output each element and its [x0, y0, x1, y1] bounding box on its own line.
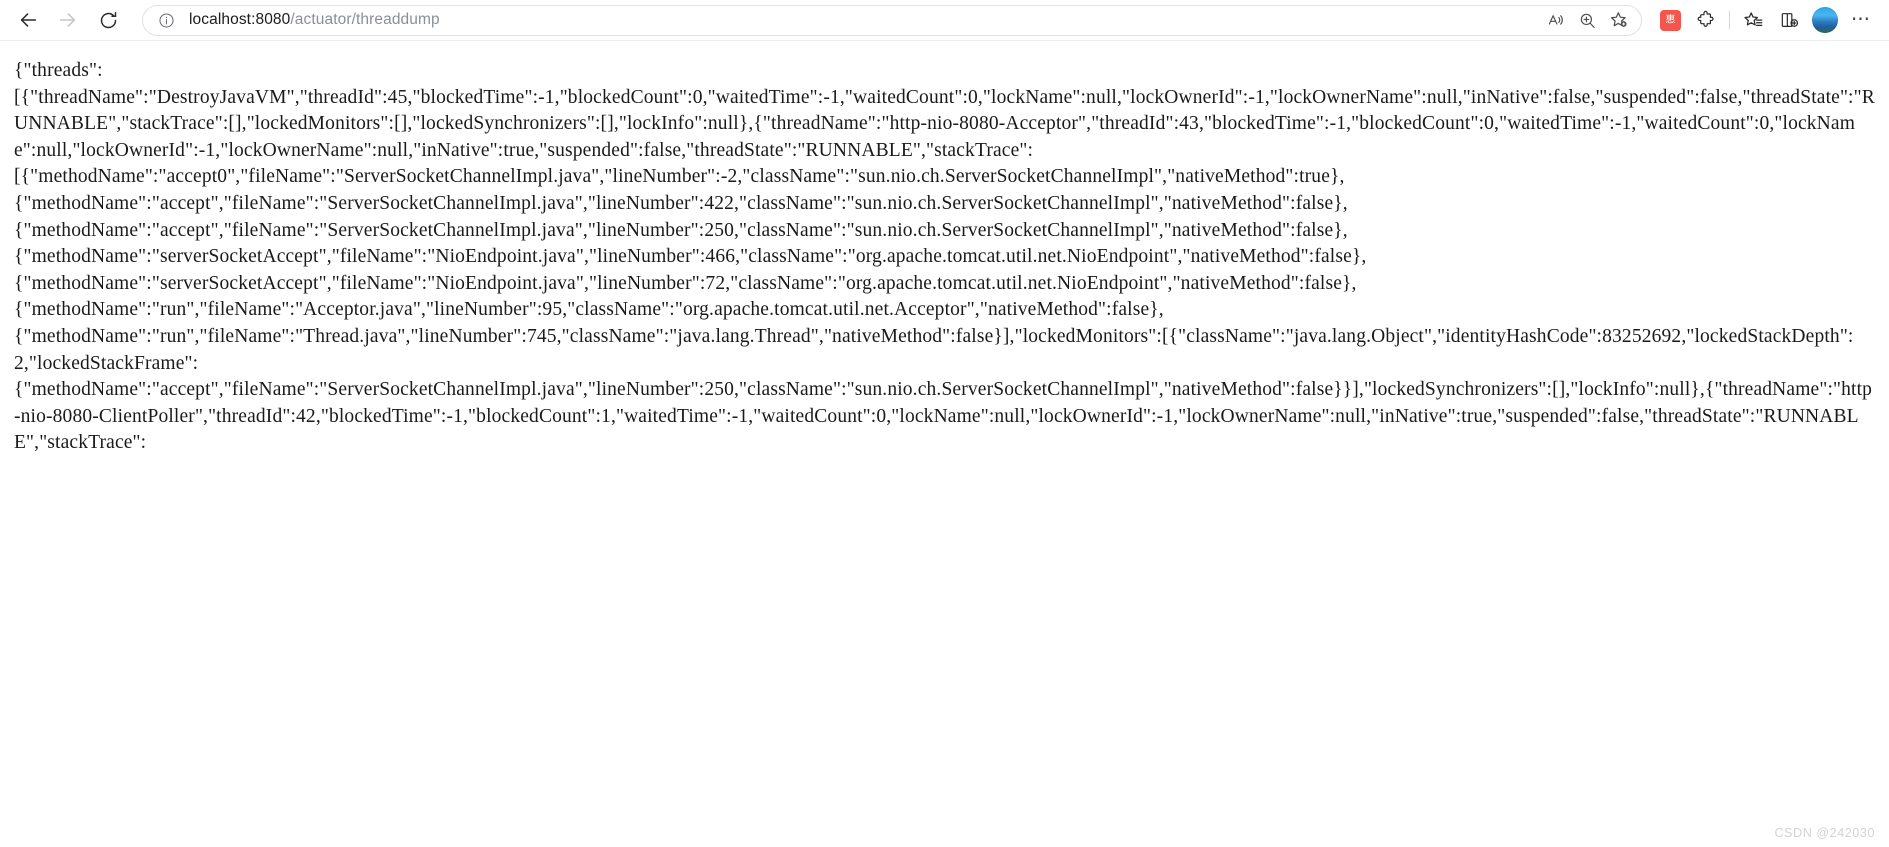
ellipsis-icon: ⋯: [1851, 9, 1871, 30]
refresh-icon: [100, 11, 116, 28]
watermark: CSDN @242030: [1774, 826, 1875, 840]
page-content: {"threads": [{"threadName":"DestroyJavaV…: [0, 41, 1889, 847]
favorites-button[interactable]: [1735, 4, 1771, 36]
address-bar[interactable]: localhost:8080/actuator/threaddump: [142, 4, 1642, 36]
extensions-button[interactable]: [1688, 4, 1724, 36]
forward-button[interactable]: [48, 3, 88, 37]
url-host: localhost:8080: [189, 11, 291, 28]
info-circle-icon: [158, 12, 174, 28]
add-favorite-button[interactable]: [1603, 6, 1635, 34]
extension-badge-icon: 惠: [1659, 9, 1681, 31]
extension-badge-button[interactable]: 惠: [1652, 4, 1688, 36]
split-screen-plus-icon: [1781, 13, 1799, 27]
profile-button[interactable]: [1807, 4, 1843, 36]
url-text[interactable]: localhost:8080/actuator/threaddump: [179, 11, 1539, 29]
navigation-buttons: [8, 3, 128, 37]
toolbar-right-actions: 惠 ⋯: [1652, 4, 1879, 36]
read-aloud-button[interactable]: [1539, 6, 1571, 34]
favorite-star-plus-icon: [1610, 12, 1627, 27]
refresh-button[interactable]: [88, 3, 128, 37]
back-arrow-icon: [20, 13, 37, 27]
browser-toolbar: localhost:8080/actuator/threaddump 惠 ⋯: [0, 0, 1889, 41]
forward-arrow-icon: [59, 13, 76, 27]
toolbar-divider: [1729, 11, 1730, 29]
zoom-magnifier-icon: [1580, 13, 1595, 28]
split-screen-button[interactable]: [1771, 4, 1807, 36]
extension-badge-label: 惠: [1665, 13, 1675, 26]
url-path: /actuator/threaddump: [290, 11, 440, 28]
site-info-icon[interactable]: [153, 7, 179, 33]
puzzle-piece-icon: [1697, 10, 1714, 27]
settings-and-more-button[interactable]: ⋯: [1843, 4, 1879, 36]
back-button[interactable]: [8, 3, 48, 37]
zoom-button[interactable]: [1571, 6, 1603, 34]
favorites-star-list-icon: [1743, 11, 1762, 26]
read-aloud-icon: [1548, 14, 1563, 25]
address-bar-actions: [1539, 6, 1635, 34]
avatar-icon: [1812, 7, 1838, 33]
threaddump-json-body: {"threads": [{"threadName":"DestroyJavaV…: [14, 60, 1875, 454]
